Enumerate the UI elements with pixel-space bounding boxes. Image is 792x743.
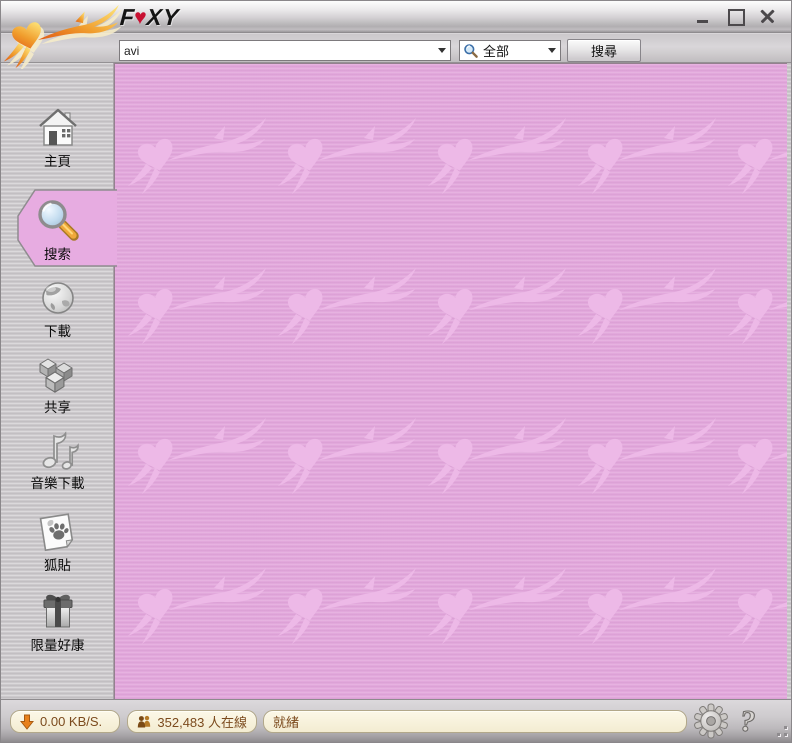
- fox-watermark-pattern: [115, 64, 787, 701]
- category-magnifier-icon: [463, 43, 479, 59]
- search-button[interactable]: 搜尋: [567, 39, 641, 62]
- sidebar-nav: 主頁 搜索: [1, 63, 114, 701]
- sidebar-item-label: 共享: [1, 400, 114, 415]
- sidebar-item-home[interactable]: 主頁: [1, 105, 114, 169]
- sidebar-item-label: 限量好康: [1, 638, 114, 653]
- category-dropdown[interactable]: 全部: [459, 40, 561, 61]
- search-button-label: 搜尋: [591, 41, 617, 60]
- help-icon: ?: [732, 703, 766, 739]
- logo-letters-xy: XY: [146, 4, 181, 31]
- cubes-icon: [36, 353, 80, 397]
- online-users-value: 352,483 人在線: [157, 712, 247, 731]
- category-selected-label: 全部: [483, 41, 539, 60]
- sidebar-item-fox-sticker[interactable]: 狐貼: [1, 509, 114, 573]
- search-toolbar: 全部 搜尋: [1, 34, 791, 63]
- status-message: 就緒: [273, 712, 299, 731]
- settings-gear-icon: [693, 703, 729, 739]
- settings-button[interactable]: [693, 703, 729, 743]
- paw-sticker-icon: [35, 509, 81, 555]
- statusbar: 0.00 KB/S. 352,483 人在線 就緒: [1, 699, 791, 742]
- sidebar-item-download[interactable]: 下載: [1, 277, 114, 339]
- search-input[interactable]: [120, 41, 433, 60]
- maximize-button[interactable]: [726, 7, 745, 26]
- sidebar-item-limited-offers[interactable]: 限量好康: [1, 589, 114, 653]
- minimize-button[interactable]: [694, 7, 713, 26]
- category-dropdown-button[interactable]: [543, 41, 560, 60]
- app-logo-wordmark: F ♥ XY: [119, 4, 180, 31]
- sidebar-item-label: 狐貼: [1, 558, 114, 573]
- online-users-icon: [137, 713, 151, 730]
- download-speed-value: 0.00 KB/S.: [40, 714, 102, 729]
- download-arrow-icon: [20, 714, 34, 730]
- sidebar-item-music-download[interactable]: 音樂下載: [1, 425, 114, 491]
- chevron-down-icon: [438, 48, 446, 53]
- sidebar-item-share[interactable]: 共享: [1, 353, 114, 415]
- logo-heart-icon: ♥: [133, 6, 148, 30]
- sidebar-item-label: 下載: [1, 324, 114, 339]
- query-dropdown-button[interactable]: [433, 41, 450, 60]
- resize-grip[interactable]: [771, 720, 787, 736]
- titlebar: F ♥ XY: [1, 1, 791, 33]
- magnifier-icon: [34, 197, 82, 244]
- sidebar-item-label: 搜索: [1, 247, 114, 262]
- search-query-combobox: [119, 40, 451, 61]
- download-speed-panel: 0.00 KB/S.: [10, 710, 120, 733]
- gift-icon: [35, 589, 81, 635]
- status-message-panel: 就緒: [263, 710, 687, 733]
- chevron-down-icon: [548, 48, 556, 53]
- close-button[interactable]: [758, 7, 777, 26]
- sidebar-item-search[interactable]: 搜索: [1, 197, 114, 262]
- help-button[interactable]: ?: [732, 703, 766, 743]
- online-users-panel: 352,483 人在線: [127, 710, 257, 733]
- home-icon: [35, 105, 81, 151]
- globe-icon: [36, 277, 80, 321]
- foxy-window: F ♥ XY 全部 搜: [0, 0, 792, 743]
- search-results-area: [114, 63, 787, 701]
- sidebar-item-label: 主頁: [1, 154, 114, 169]
- svg-text:?: ?: [740, 703, 756, 738]
- music-note-icon: [34, 425, 82, 473]
- sidebar-item-label: 音樂下載: [1, 476, 114, 491]
- window-controls: [694, 7, 777, 26]
